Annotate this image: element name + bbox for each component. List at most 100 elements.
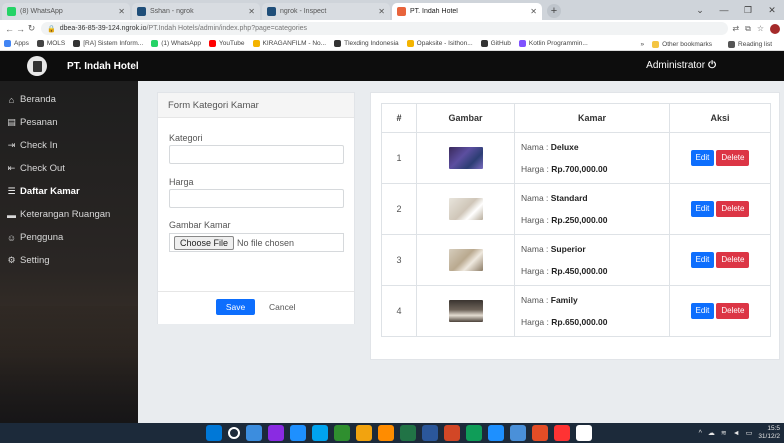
room-thumbnail-image xyxy=(448,147,483,169)
taskbar-app-icon[interactable] xyxy=(488,425,504,441)
bookmark-item[interactable]: (1) WhatsApp xyxy=(151,40,201,47)
taskbar-app-icon[interactable] xyxy=(554,425,570,441)
browser-tab-ngrok-inspect[interactable]: ngrok - Inspect ✕ xyxy=(262,3,390,20)
other-bookmarks[interactable]: Other bookmarks xyxy=(652,40,712,48)
bookmark-item[interactable]: YouTube xyxy=(208,40,245,47)
taskbar-app-icon[interactable] xyxy=(378,425,394,441)
close-icon[interactable]: ✕ xyxy=(378,7,385,16)
profile-avatar-icon[interactable] xyxy=(770,23,780,34)
delete-button[interactable]: Delete xyxy=(716,252,750,268)
delete-button[interactable]: Delete xyxy=(716,150,750,166)
cloud-icon[interactable]: ☁ xyxy=(708,429,715,437)
harga-input[interactable] xyxy=(169,189,344,208)
battery-icon[interactable]: ▭ xyxy=(746,429,753,437)
reload-icon[interactable]: ↻ xyxy=(26,23,37,34)
taskbar-app-icon[interactable] xyxy=(246,425,262,441)
edit-button[interactable]: Edit xyxy=(690,150,715,166)
sidebar-item-label: Check In xyxy=(20,140,58,151)
bookmark-item[interactable]: Apps xyxy=(4,40,29,47)
delete-button[interactable]: Delete xyxy=(716,303,750,319)
close-icon[interactable]: ✕ xyxy=(530,7,537,16)
sidebar-item-daftar-kamar[interactable]: ☰ Daftar Kamar xyxy=(0,180,138,203)
hotel-logo-icon[interactable] xyxy=(27,56,47,76)
clock[interactable]: 15:5 31/12/2 xyxy=(758,425,780,441)
user-menu[interactable]: Administrator ⏻ xyxy=(646,51,716,81)
taskbar-app-icon[interactable] xyxy=(334,425,350,441)
close-window-icon[interactable]: ✕ xyxy=(760,0,784,20)
restore-icon[interactable]: ❐ xyxy=(736,0,760,20)
edit-button[interactable]: Edit xyxy=(690,303,715,319)
row-number: 2 xyxy=(381,183,417,235)
taskbar-app-icon[interactable] xyxy=(576,425,592,441)
minimize-icon[interactable]: — xyxy=(712,0,736,20)
taskbar-app-icon[interactable] xyxy=(268,425,284,441)
taskbar-app-icon[interactable] xyxy=(400,425,416,441)
row-number: 4 xyxy=(381,285,417,337)
taskbar-app-icon[interactable] xyxy=(532,425,548,441)
reading-list[interactable]: Reading list xyxy=(728,40,772,48)
url-input[interactable]: 🔒 dbea-36-85-39-124.ngrok.io/PT.Indah Ho… xyxy=(41,22,729,35)
sidebar-item-label: Pengguna xyxy=(20,232,64,243)
room-name: Deluxe xyxy=(550,142,579,152)
new-tab-icon[interactable]: + xyxy=(547,4,561,18)
choose-file-button[interactable]: Choose File xyxy=(174,235,235,250)
sidebar-item-keterangan-ruangan[interactable]: ▬ Keterangan Ruangan xyxy=(0,203,138,226)
edit-button[interactable]: Edit xyxy=(690,252,715,268)
search-icon[interactable] xyxy=(228,427,240,439)
kategori-label: Kategori xyxy=(169,133,203,143)
sidebar-item-pengguna[interactable]: ☺ Pengguna xyxy=(0,226,138,249)
sidebar-item-setting[interactable]: ⚙ Setting xyxy=(0,249,138,272)
taskbar-app-icon[interactable] xyxy=(510,425,526,441)
room-thumbnail-image xyxy=(448,198,483,220)
back-icon[interactable]: ← xyxy=(4,24,15,34)
tab-label: PT. Indah Hotel xyxy=(410,8,458,15)
room-name-line: Nama : Superior xyxy=(521,244,586,254)
chevron-right-icon[interactable]: » xyxy=(641,41,645,48)
bookmark-item[interactable]: Kotlin Programmin... xyxy=(518,40,588,47)
browser-tab-ngrok[interactable]: Sshan - ngrok ✕ xyxy=(132,3,260,20)
bookmark-item[interactable]: Opaksite - Isithon... xyxy=(406,40,473,47)
cancel-button[interactable]: Cancel xyxy=(269,299,295,315)
taskbar-app-icon[interactable] xyxy=(290,425,306,441)
star-icon[interactable]: ☆ xyxy=(757,24,764,34)
power-icon[interactable]: ⏻ xyxy=(708,60,716,71)
taskbar-app-icon[interactable] xyxy=(444,425,460,441)
taskbar-app-icon[interactable] xyxy=(312,425,328,441)
bookmark-favicon-icon xyxy=(73,40,81,47)
kategori-input[interactable] xyxy=(169,145,344,164)
taskbar-app-icon[interactable] xyxy=(466,425,482,441)
address-bar: ← → ↻ 🔒 dbea-36-85-39-124.ngrok.io/PT.In… xyxy=(0,20,784,37)
windows-start-icon[interactable] xyxy=(206,425,222,441)
wifi-icon[interactable]: ≋ xyxy=(721,429,727,437)
system-tray: ^ ☁ ≋ ◄ ▭ 15:5 31/12/2 xyxy=(699,423,780,443)
sidebar-item-check-in[interactable]: ⇥ Check In xyxy=(0,134,138,157)
edit-button[interactable]: Edit xyxy=(690,201,715,217)
browser-tab-whatsapp[interactable]: (8) WhatsApp ✕ xyxy=(2,3,130,20)
sidebar-item-pesanan[interactable]: ▤ Pesanan xyxy=(0,111,138,134)
room-price: Rp.450,000.00 xyxy=(551,266,608,276)
translate-icon[interactable]: ⇄ xyxy=(732,24,739,34)
forward-icon[interactable]: → xyxy=(15,24,26,34)
youtube-icon xyxy=(208,40,216,47)
chevron-down-icon[interactable]: ⌄ xyxy=(688,0,712,20)
bookmark-item[interactable]: Tlexding Indonesia xyxy=(334,40,399,47)
browser-tab-indah-hotel[interactable]: PT. Indah Hotel ✕ xyxy=(392,3,542,20)
extensions-icon[interactable]: ⧉ xyxy=(745,24,751,34)
taskbar-app-icon[interactable] xyxy=(356,425,372,441)
taskbar-app-icon[interactable] xyxy=(422,425,438,441)
brand-name[interactable]: PT. Indah Hotel xyxy=(67,61,139,72)
bookmark-item[interactable]: [RA] Sistem Inform... xyxy=(73,40,143,47)
sidebar-item-label: Check Out xyxy=(20,163,65,174)
sidebar-item-check-out[interactable]: ⇤ Check Out xyxy=(0,157,138,180)
delete-button[interactable]: Delete xyxy=(716,201,750,217)
gambar-kamar-file-input[interactable]: Choose File No file chosen xyxy=(169,233,344,252)
close-icon[interactable]: ✕ xyxy=(118,7,125,16)
save-button[interactable]: Save xyxy=(216,299,255,315)
close-icon[interactable]: ✕ xyxy=(248,7,255,16)
bookmark-item[interactable]: KIRAGANFILM - No... xyxy=(252,40,326,47)
volume-icon[interactable]: ◄ xyxy=(733,430,740,437)
bookmark-item[interactable]: GitHub xyxy=(480,40,511,47)
sidebar-item-beranda[interactable]: ⌂ Beranda xyxy=(0,88,138,111)
chevron-up-icon[interactable]: ^ xyxy=(699,430,702,437)
bookmark-item[interactable]: MOLS xyxy=(36,40,65,47)
